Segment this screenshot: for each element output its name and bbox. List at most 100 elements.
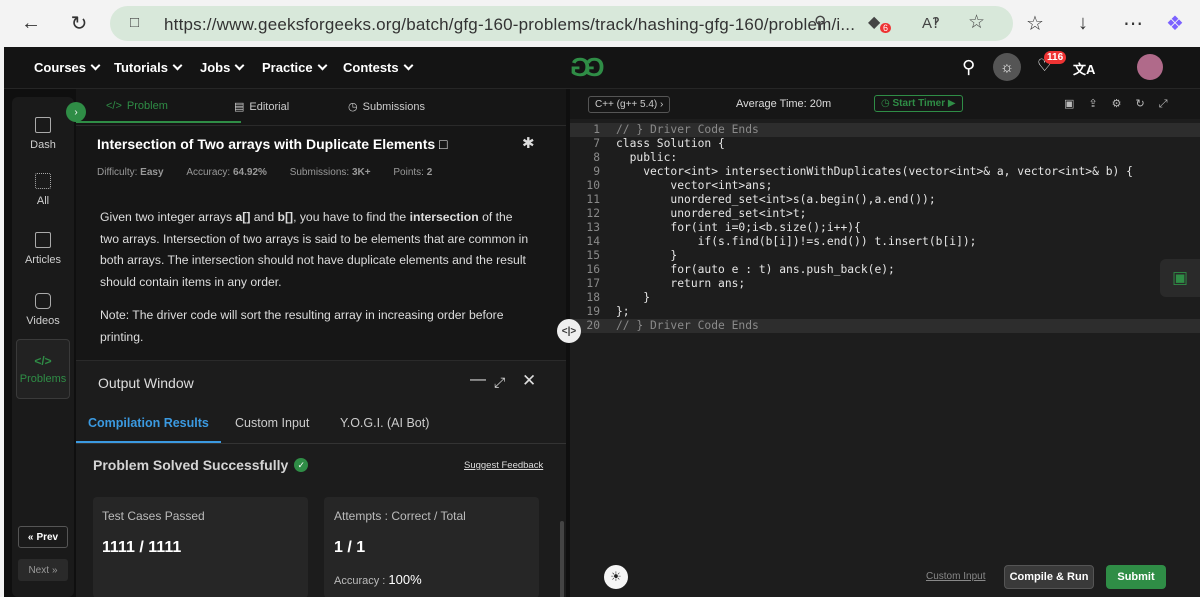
accuracy-label: Accuracy :	[334, 575, 386, 587]
favorites-icon[interactable]: ☆	[1020, 8, 1050, 38]
code-line[interactable]: 14 if(s.find(b[i])!=s.end()) t.insert(b[…	[570, 235, 1200, 249]
chevron-down-icon	[403, 60, 414, 71]
timer-label: Start Timer	[892, 98, 946, 109]
compile-run-button[interactable]: Compile & Run	[1004, 565, 1094, 589]
scrollbar[interactable]	[560, 521, 564, 597]
code-text: for(auto e : t) ans.push_back(e);	[616, 263, 895, 276]
tab-problem[interactable]: </> Problem	[106, 100, 168, 112]
line-number: 14	[586, 235, 600, 248]
code-area[interactable]: 1// } Driver Code Ends 7 class Solution {8…	[570, 123, 1200, 543]
sidebar-item-articles[interactable]: Articles	[12, 232, 74, 266]
lightbulb-icon[interactable]: ☀	[604, 565, 628, 589]
submit-button[interactable]: Submit	[1106, 565, 1166, 589]
code-text: }	[616, 291, 651, 304]
output-title: Output Window	[98, 375, 194, 391]
sidebar-item-all[interactable]: All	[12, 173, 74, 207]
code-line[interactable]: 16 for(auto e : t) ans.push_back(e);	[570, 263, 1200, 277]
code-line[interactable]: 15 }	[570, 249, 1200, 263]
sidebar-item-videos[interactable]: Videos	[12, 293, 74, 327]
sidebar-item-dash[interactable]: Dash	[12, 117, 74, 151]
meta-value: Easy	[140, 167, 164, 178]
attempts-value: 1 / 1	[334, 539, 366, 556]
expand-icon[interactable]: ⤢	[1159, 98, 1182, 110]
check-circle-icon: ✓	[294, 458, 309, 472]
tab-submissions[interactable]: ◷ Submissions	[348, 100, 425, 114]
tab-label: Submissions	[362, 100, 425, 113]
next-button[interactable]: Next»	[18, 559, 68, 581]
translate-icon[interactable]: 文A	[1073, 59, 1095, 78]
code-line[interactable]: 11 unordered_set<int>s(a.begin(),a.end()…	[570, 193, 1200, 207]
prev-button[interactable]: «Prev	[18, 526, 68, 548]
line-number: 15	[586, 249, 600, 262]
tab-yogi[interactable]: Y.O.G.I. (AI Bot)	[340, 416, 429, 430]
code-line[interactable]: 19};	[570, 305, 1200, 319]
sidebar-item-problems[interactable]: </> Problems	[16, 339, 70, 399]
code-line[interactable]: 8 public:	[570, 151, 1200, 165]
tracker-icon[interactable]: ◆	[868, 12, 880, 32]
nav-contests[interactable]: Contests	[343, 60, 414, 75]
nav-practice[interactable]: Practice	[262, 60, 328, 75]
meta-value: 3K+	[351, 167, 371, 178]
chevron-down-icon	[234, 60, 245, 71]
site-info-icon[interactable]: □	[130, 14, 139, 31]
line-number: 7	[593, 137, 600, 150]
code-line[interactable]: 12 unordered_set<int>t;	[570, 207, 1200, 221]
nav-courses[interactable]: Courses	[34, 60, 101, 75]
code-text: // } Driver Code Ends	[616, 123, 759, 136]
download-icon[interactable]: ↓	[1068, 8, 1098, 38]
code-line[interactable]: 13 for(int i=0;i<b.size();i++){	[570, 221, 1200, 235]
tab-editorial[interactable]: ▤ Editorial	[234, 100, 289, 114]
chat-tab[interactable]: ▣	[1160, 259, 1200, 297]
more-icon[interactable]: ⋯	[1118, 8, 1148, 38]
grid-icon	[35, 173, 51, 189]
nav-jobs[interactable]: Jobs	[200, 60, 245, 75]
nav-tutorials[interactable]: Tutorials	[114, 60, 183, 75]
bookmark-icon[interactable]: □	[439, 136, 447, 152]
zoom-icon[interactable]: ⚲	[814, 13, 826, 33]
start-timer-button[interactable]: ◷ Start Timer ▶	[874, 95, 963, 112]
tab-custom-input[interactable]: Custom Input	[235, 416, 309, 430]
meta-value: 2	[426, 167, 433, 178]
close-icon[interactable]: ✕	[522, 371, 536, 391]
suggest-feedback-link[interactable]: Suggest Feedback	[464, 460, 543, 471]
tab-compilation-results[interactable]: Compilation Results	[88, 416, 209, 430]
reset-icon[interactable]: ↻	[1136, 98, 1159, 110]
refresh-icon[interactable]: ↻	[64, 8, 94, 38]
code-line[interactable]: 1 // } Driver Code Ends	[570, 123, 1200, 137]
code-text: unordered_set<int>t;	[616, 207, 807, 220]
gfg-logo[interactable]: GG	[576, 52, 604, 83]
favorite-star-icon[interactable]: ☆	[968, 11, 985, 34]
resize-handle-icon[interactable]: <|>	[557, 319, 581, 343]
code-line[interactable]: 7 class Solution {	[570, 137, 1200, 151]
url-text: https://www.geeksforgeeks.org/batch/gfg-…	[164, 15, 856, 34]
custom-input-link[interactable]: Custom Input	[926, 571, 985, 582]
settings-icon[interactable]: ⚙	[1112, 98, 1136, 110]
code-line[interactable]: 20// } Driver Code Ends	[570, 319, 1200, 333]
avatar[interactable]	[1137, 54, 1163, 80]
code-line[interactable]: 17 return ans;	[570, 277, 1200, 291]
expand-chevron-icon[interactable]: ›	[66, 102, 86, 122]
problem-description: Given two integer arrays a[] and b[], yo…	[100, 207, 530, 293]
read-aloud-icon[interactable]: A‽	[922, 14, 940, 32]
attempts-card: Attempts : Correct / Total 1 / 1 Accurac…	[324, 497, 539, 597]
code-line[interactable]: 10 vector<int>ans;	[570, 179, 1200, 193]
address-bar[interactable]: □ https://www.geeksforgeeks.org/batch/gf…	[110, 6, 1013, 41]
copilot-icon[interactable]: ❖	[1160, 8, 1190, 38]
divider	[76, 125, 566, 126]
language-select[interactable]: C++ (g++ 5.4) ›	[588, 96, 671, 113]
back-arrow-icon[interactable]: ←	[16, 8, 46, 38]
fullscreen-icon[interactable]: ⤢	[494, 374, 505, 391]
theme-toggle-icon[interactable]: ☼	[993, 53, 1021, 81]
nav-label: Jobs	[200, 60, 231, 75]
code-line[interactable]: 18 }	[570, 291, 1200, 305]
code-line[interactable]: 9 vector<int> intersectionWithDuplicates…	[570, 165, 1200, 179]
copy-icon[interactable]: ▣	[1064, 98, 1088, 110]
tab-label: Problem	[126, 100, 168, 112]
bug-icon[interactable]: ✱	[522, 134, 535, 152]
upload-icon[interactable]: ⇪	[1088, 98, 1111, 110]
average-time: Average Time: 20m	[736, 98, 832, 110]
search-icon[interactable]: ⚲	[962, 57, 975, 78]
desc-text: and	[250, 210, 278, 224]
minimize-icon[interactable]: —	[470, 371, 486, 389]
code-text: for(int i=0;i<b.size();i++){	[616, 221, 861, 234]
